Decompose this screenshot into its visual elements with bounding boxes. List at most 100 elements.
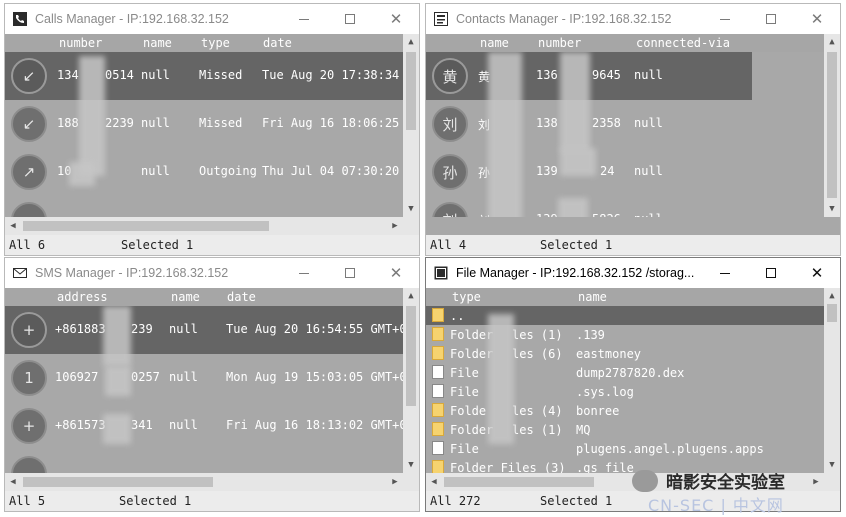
scroll-thumb[interactable] xyxy=(827,304,837,322)
scroll-thumb[interactable] xyxy=(827,52,837,198)
table-rows: .. Folder les (1) .139 Folder les (6) ea… xyxy=(426,306,824,473)
table-row[interactable] xyxy=(5,450,403,473)
file-row[interactable]: File .sys.log xyxy=(426,382,824,401)
scroll-down-icon[interactable]: ▼ xyxy=(403,457,419,473)
table-row[interactable] xyxy=(5,196,403,217)
table-header: type name xyxy=(426,288,824,306)
vertical-scrollbar[interactable]: ▲ ▼ xyxy=(824,34,840,217)
scroll-down-icon[interactable]: ▼ xyxy=(824,201,840,217)
maximize-button[interactable] xyxy=(748,258,794,288)
column-header-name[interactable]: name xyxy=(171,290,200,304)
sms-address: 106927 xyxy=(55,370,99,384)
table-row[interactable]: ↙ 188 2239 null Missed Fri Aug 16 18:06:… xyxy=(5,100,403,148)
table-row[interactable]: ↗ 10 null Outgoing Thu Jul 04 07:30:20 xyxy=(5,148,403,196)
file-row[interactable]: File plugens.angel.plugens.apps xyxy=(426,439,824,458)
contact-avatar: 刘 xyxy=(432,106,468,142)
scroll-up-icon[interactable]: ▲ xyxy=(824,34,840,50)
contact-number: 136 xyxy=(536,68,558,82)
scroll-up-icon[interactable]: ▲ xyxy=(403,288,419,304)
close-button[interactable]: ✕ xyxy=(794,258,840,288)
table-row[interactable]: 刘 刘 139 5826 null xyxy=(426,196,824,217)
calls-titlebar[interactable]: Calls Manager - IP:192.168.32.152 ✕ xyxy=(5,4,419,34)
file-icon xyxy=(432,441,444,455)
close-button[interactable]: ✕ xyxy=(794,4,840,34)
vertical-scrollbar[interactable]: ▲ ▼ xyxy=(403,34,419,217)
sms-date: Mon Aug 19 15:03:05 GMT+0 xyxy=(226,370,403,384)
column-header-type[interactable]: type xyxy=(201,36,230,50)
table-row[interactable]: ↙ 134 0514 null Missed Tue Aug 20 17:38:… xyxy=(5,52,403,100)
status-bar: All 6 Selected 1 xyxy=(5,235,419,255)
column-header-name[interactable]: name xyxy=(143,36,172,50)
horizontal-scrollbar[interactable]: ◀ ▶ xyxy=(5,217,403,235)
column-header-type[interactable]: type xyxy=(452,290,481,304)
file-type-end: les (1) xyxy=(512,423,563,437)
call-date: Fri Aug 16 18:06:25 xyxy=(262,116,400,130)
sms-table: address name date + +861883 239 null Tue… xyxy=(5,288,419,511)
table-header: name number connected-via xyxy=(426,34,824,52)
file-row[interactable]: Folde les (4) bonree xyxy=(426,401,824,420)
scroll-left-icon[interactable]: ◀ xyxy=(426,473,442,491)
file-icon xyxy=(432,365,444,379)
maximize-button[interactable] xyxy=(327,4,373,34)
contact-avatar: 孙 xyxy=(432,154,468,190)
vertical-scrollbar[interactable]: ▲ ▼ xyxy=(824,288,840,473)
scroll-thumb[interactable] xyxy=(23,221,269,231)
column-header-name[interactable]: name xyxy=(578,290,607,304)
file-row[interactable]: Folder les (1) MQ xyxy=(426,420,824,439)
scroll-thumb[interactable] xyxy=(406,306,416,406)
minimize-button[interactable] xyxy=(702,4,748,34)
table-row[interactable]: + +861573 341 null Fri Aug 16 18:13:02 G… xyxy=(5,402,403,450)
scroll-thumb[interactable] xyxy=(406,52,416,130)
column-header-number[interactable]: number xyxy=(538,36,581,50)
file-row[interactable]: Folder les (6) eastmoney xyxy=(426,344,824,363)
scroll-left-icon[interactable]: ◀ xyxy=(5,473,21,491)
contacts-titlebar[interactable]: Contacts Manager - IP:192.168.32.152 ✕ xyxy=(426,4,840,34)
close-button[interactable]: ✕ xyxy=(373,258,419,288)
column-header-address[interactable]: address xyxy=(57,290,108,304)
files-titlebar[interactable]: File Manager - IP:192.168.32.152 /storag… xyxy=(426,258,840,288)
file-row[interactable]: .. xyxy=(426,306,824,325)
minimize-button[interactable] xyxy=(281,258,327,288)
maximize-button[interactable] xyxy=(327,258,373,288)
status-selected-count: Selected 1 xyxy=(540,238,613,252)
contact-number-end: 24 xyxy=(600,164,615,178)
scroll-up-icon[interactable]: ▲ xyxy=(824,288,840,304)
sms-avatar: + xyxy=(11,312,47,348)
vertical-scrollbar[interactable]: ▲ ▼ xyxy=(403,288,419,473)
maximize-button[interactable] xyxy=(748,4,794,34)
minimize-icon xyxy=(299,18,309,20)
column-header-date[interactable]: date xyxy=(263,36,292,50)
scroll-down-icon[interactable]: ▼ xyxy=(403,201,419,217)
table-row[interactable]: 1 106927 0257 null Mon Aug 19 15:03:05 G… xyxy=(5,354,403,402)
file-name: eastmoney xyxy=(576,347,642,361)
column-header-connected-via[interactable]: connected-via xyxy=(636,36,730,50)
table-row[interactable]: 孙 孙 139 24 null xyxy=(426,148,824,196)
table-row[interactable]: + +861883 239 null Tue Aug 20 16:54:55 G… xyxy=(5,306,403,354)
scroll-right-icon[interactable]: ▶ xyxy=(387,473,403,491)
sms-titlebar[interactable]: SMS Manager - IP:192.168.32.152 ✕ xyxy=(5,258,419,288)
scroll-thumb[interactable] xyxy=(23,477,213,487)
minimize-button[interactable] xyxy=(281,4,327,34)
column-header-number[interactable]: number xyxy=(59,36,102,50)
sms-avatar: 1 xyxy=(11,360,47,396)
minimize-button[interactable] xyxy=(702,258,748,288)
scroll-right-icon[interactable]: ▶ xyxy=(387,217,403,235)
file-row[interactable]: Folder les (1) .139 xyxy=(426,325,824,344)
scroll-thumb[interactable] xyxy=(444,477,594,487)
redaction-blur xyxy=(79,56,105,176)
file-row[interactable]: File dump2787820.dex xyxy=(426,363,824,382)
table-row[interactable]: 刘 刘 138 2358 null xyxy=(426,100,824,148)
redaction-blur xyxy=(488,314,514,444)
file-name: bonree xyxy=(576,404,620,418)
watermark-subtext: CN-SEC | 中文网 xyxy=(648,496,784,515)
status-all-count: All 272 xyxy=(430,494,481,508)
column-header-date[interactable]: date xyxy=(227,290,256,304)
horizontal-scrollbar[interactable]: ◀ ▶ xyxy=(5,473,403,491)
column-header-name[interactable]: name xyxy=(480,36,509,50)
scroll-up-icon[interactable]: ▲ xyxy=(403,34,419,50)
scroll-left-icon[interactable]: ◀ xyxy=(5,217,21,235)
missed-call-icon: ↙ xyxy=(11,106,47,142)
close-button[interactable]: ✕ xyxy=(373,4,419,34)
folder-icon xyxy=(432,308,444,322)
wechat-icon xyxy=(632,470,658,492)
